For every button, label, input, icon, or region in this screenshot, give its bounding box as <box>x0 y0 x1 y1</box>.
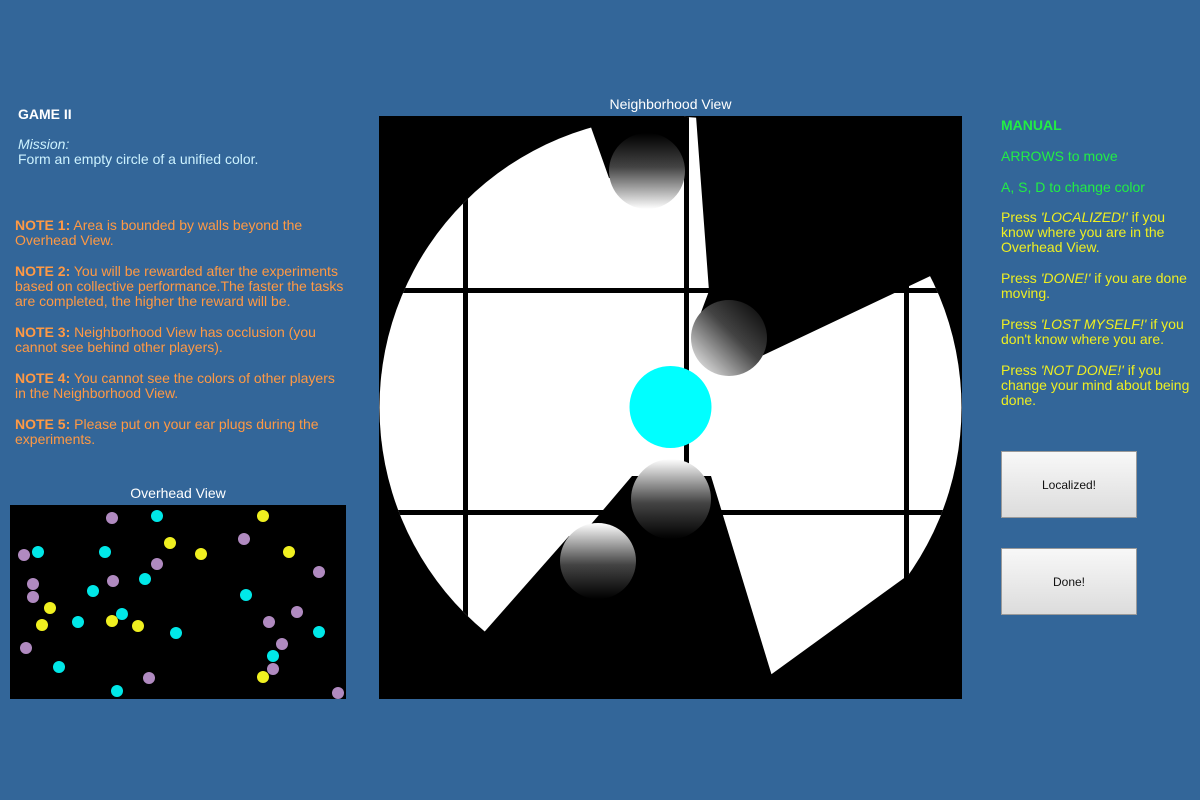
yellow-player-dot <box>257 671 269 683</box>
yellow-player-dot <box>283 546 295 558</box>
manual-panel: MANUAL ARROWS to move A, S, D to change … <box>1001 117 1191 424</box>
purple-player-dot <box>27 578 39 590</box>
purple-player-dot <box>20 642 32 654</box>
yellow-player-dot <box>164 537 176 549</box>
purple-player-dot <box>107 575 119 587</box>
cyan-player-dot <box>116 608 128 620</box>
overhead-view-label: Overhead View <box>130 485 226 501</box>
manual-done: Press 'DONE!' if you are done moving. <box>1001 271 1191 301</box>
note-4: NOTE 4: You cannot see the colors of oth… <box>15 371 345 401</box>
mission-label: Mission: <box>18 136 70 152</box>
purple-player-dot <box>332 687 344 699</box>
cyan-player-dot <box>240 589 252 601</box>
game-title: GAME II <box>18 106 72 122</box>
manual-arrows: ARROWS to move <box>1001 148 1118 164</box>
cyan-player-dot <box>87 585 99 597</box>
note-2: NOTE 2: You will be rewarded after the e… <box>15 264 345 309</box>
purple-player-dot <box>106 512 118 524</box>
purple-player-dot <box>263 616 275 628</box>
manual-lost-pre: Press <box>1001 316 1041 332</box>
manual-notdone-pre: Press <box>1001 362 1041 378</box>
localized-button[interactable]: Localized! <box>1001 451 1137 518</box>
manual-asd: A, S, D to change color <box>1001 179 1145 195</box>
purple-player-dot <box>143 672 155 684</box>
cyan-player-dot <box>170 627 182 639</box>
yellow-player-dot <box>132 620 144 632</box>
neighborhood-canvas <box>379 116 962 699</box>
note-1-label: NOTE 1: <box>15 217 71 233</box>
note-3-label: NOTE 3: <box>15 324 71 340</box>
cyan-player-dot <box>99 546 111 558</box>
manual-done-pre: Press <box>1001 270 1041 286</box>
cyan-player-dot <box>267 650 279 662</box>
purple-player-dot <box>291 606 303 618</box>
manual-done-key: 'DONE!' <box>1040 270 1091 286</box>
notes-list: NOTE 1: Area is bounded by walls beyond … <box>15 218 345 463</box>
note-3: NOTE 3: Neighborhood View has occlusion … <box>15 325 345 355</box>
mission-block: Mission: Form an empty circle of a unifi… <box>18 137 348 167</box>
purple-player-dot <box>313 566 325 578</box>
manual-notdone-key: 'NOT DONE!' <box>1040 362 1124 378</box>
yellow-player-dot <box>36 619 48 631</box>
cyan-player-dot <box>72 616 84 628</box>
manual-localized-key: 'LOCALIZED!' <box>1040 209 1128 225</box>
note-5-label: NOTE 5: <box>15 416 71 432</box>
purple-player-dot <box>238 533 250 545</box>
purple-player-dot <box>151 558 163 570</box>
neighborhood-view <box>379 116 962 699</box>
manual-localized: Press 'LOCALIZED!' if you know where you… <box>1001 210 1191 255</box>
neighborhood-view-label: Neighborhood View <box>609 96 732 112</box>
occluding-player <box>609 133 685 209</box>
cyan-player-dot <box>139 573 151 585</box>
occluding-player <box>560 523 636 599</box>
manual-notdone: Press 'NOT DONE!' if you change your min… <box>1001 363 1191 408</box>
self-player <box>629 366 712 448</box>
done-button[interactable]: Done! <box>1001 548 1137 615</box>
yellow-player-dot <box>195 548 207 560</box>
purple-player-dot <box>18 549 30 561</box>
purple-player-dot <box>276 638 288 650</box>
cyan-player-dot <box>111 685 123 697</box>
note-2-label: NOTE 2: <box>15 263 71 279</box>
occluding-player <box>691 300 767 376</box>
mission-text: Form an empty circle of a unified color. <box>18 151 259 167</box>
occluding-player <box>631 459 711 539</box>
grid-line <box>463 116 468 699</box>
manual-localized-pre: Press <box>1001 209 1041 225</box>
overhead-view <box>10 505 346 699</box>
yellow-player-dot <box>106 615 118 627</box>
manual-lost: Press 'LOST MYSELF!' if you don't know w… <box>1001 317 1191 347</box>
note-4-label: NOTE 4: <box>15 370 71 386</box>
cyan-player-dot <box>313 626 325 638</box>
note-1: NOTE 1: Area is bounded by walls beyond … <box>15 218 345 248</box>
purple-player-dot <box>27 591 39 603</box>
purple-player-dot <box>267 663 279 675</box>
manual-lost-key: 'LOST MYSELF!' <box>1040 316 1147 332</box>
yellow-player-dot <box>257 510 269 522</box>
cyan-player-dot <box>151 510 163 522</box>
note-5: NOTE 5: Please put on your ear plugs dur… <box>15 417 345 447</box>
manual-title: MANUAL <box>1001 117 1062 133</box>
cyan-player-dot <box>32 546 44 558</box>
cyan-player-dot <box>53 661 65 673</box>
yellow-player-dot <box>44 602 56 614</box>
